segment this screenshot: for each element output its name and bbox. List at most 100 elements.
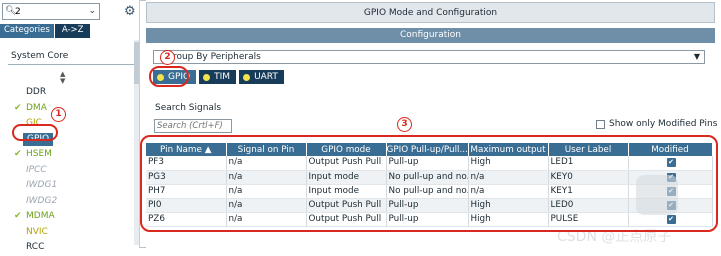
table-header-row: Pin Name ▲ Signal on Pin GPIO mode GPIO … xyxy=(146,143,713,156)
col-max-output[interactable]: Maximum output xyxy=(468,143,549,156)
cell-modified: ✔ xyxy=(628,156,713,171)
cell-pull: No pull-up and no... xyxy=(386,184,469,199)
cell-speed: High xyxy=(468,198,549,213)
cell-speed: n/a xyxy=(468,170,549,185)
tree-item-label: NVIC xyxy=(26,226,48,237)
col-pin-name[interactable]: Pin Name ▲ xyxy=(146,143,227,156)
col-modified[interactable]: Modified xyxy=(628,143,713,156)
tree-item-iwdg1[interactable]: IWDG1 xyxy=(14,178,57,194)
col-user-label[interactable]: User Label xyxy=(548,143,629,156)
search-signals-label: Search Signals xyxy=(155,103,222,113)
cell-signal: n/a xyxy=(226,156,307,171)
col-pull[interactable]: GPIO Pull-up/Pull... xyxy=(386,143,469,156)
annotation-badge-3: 3 xyxy=(397,117,412,132)
cell-mode: Output Push Pull xyxy=(306,156,387,171)
tree-item-label: DMA xyxy=(26,102,47,113)
tab-categories[interactable]: Categories xyxy=(0,24,54,38)
tree-item-gpio[interactable]: GPIO xyxy=(14,132,57,148)
tree-item-label: GIC xyxy=(26,118,42,128)
check-icon[interactable]: ✔ xyxy=(666,158,676,168)
cell-user-label: KEY0 xyxy=(548,170,629,185)
component-search-box[interactable]: 🔍︎ ⌄ xyxy=(2,3,100,20)
cell-pin: PH7 xyxy=(146,184,227,199)
col-label: Pin Name xyxy=(160,144,202,155)
component-search-row: 🔍︎ ⌄ ⚙ xyxy=(2,3,138,21)
table-row[interactable]: PH7 n/a Input mode No pull-up and no... … xyxy=(146,184,713,199)
table-row[interactable]: PG3 n/a Input mode No pull-up and no... … xyxy=(146,170,713,185)
tab-a-to-z[interactable]: A->Z xyxy=(53,24,91,38)
cell-mode: Output Push Pull xyxy=(306,212,387,227)
panel-title: GPIO Mode and Configuration xyxy=(146,2,715,23)
cell-signal: n/a xyxy=(226,198,307,213)
left-tabs: Categories A->Z xyxy=(0,24,91,38)
status-dot-icon xyxy=(243,73,251,81)
tree-item-label: GPIO xyxy=(23,132,54,146)
component-search-input[interactable] xyxy=(15,5,75,18)
status-dot-icon xyxy=(157,73,164,81)
cell-pull: Pull-up xyxy=(386,198,469,213)
tree-item-label: HSEM xyxy=(26,149,52,159)
cell-signal: n/a xyxy=(226,184,307,199)
tab-label: UART xyxy=(254,72,278,82)
search-signals-input[interactable] xyxy=(157,120,231,132)
col-signal[interactable]: Signal on Pin xyxy=(226,143,307,156)
tree-item-label: MDMA xyxy=(26,211,55,221)
group-by-value: Group By Peripherals xyxy=(166,52,261,62)
cell-pin: PF3 xyxy=(146,156,227,171)
cell-user-label: LED0 xyxy=(548,198,629,213)
chevron-down-icon: ▼ xyxy=(693,52,700,61)
group-by-select[interactable]: Group By Peripherals ▼ xyxy=(153,50,705,64)
check-icon: ✔ xyxy=(14,211,22,221)
tab-label: GPIO xyxy=(168,72,191,82)
cell-speed: n/a xyxy=(468,184,549,199)
cell-mode: Input mode xyxy=(306,170,387,185)
table-row[interactable]: PZ6 n/a Output Push Pull Pull-up High PU… xyxy=(146,212,713,227)
cell-user-label: KEY1 xyxy=(548,184,629,199)
col-gpio-mode[interactable]: GPIO mode xyxy=(306,143,387,156)
sort-arrow-icon: ▲ xyxy=(204,144,212,155)
watermark-text: CSDN @正点原子 xyxy=(557,229,672,245)
section-title-system-core[interactable]: System Core xyxy=(11,51,68,61)
gear-icon[interactable]: ⚙ xyxy=(124,4,136,19)
tab-gpio[interactable]: GPIO xyxy=(153,70,197,84)
tree-item-hsem[interactable]: ✔ HSEM xyxy=(14,147,57,163)
cell-user-label: PULSE xyxy=(548,212,629,227)
tree-item-ipcc[interactable]: IPCC xyxy=(14,163,57,179)
cell-mode: Input mode xyxy=(306,184,387,199)
tree-item-gic[interactable]: GIC xyxy=(14,116,57,132)
chevron-down-icon[interactable]: ⌄ xyxy=(88,6,96,16)
tree-item-label: RCC xyxy=(26,242,45,252)
cell-speed: High xyxy=(468,156,549,171)
show-modified-label: Show only Modified Pins xyxy=(609,119,718,129)
tree-item-ddr[interactable]: DDR xyxy=(14,85,57,101)
table-row[interactable]: PI0 n/a Output Push Pull Pull-up High LE… xyxy=(146,198,713,213)
tab-tim[interactable]: TIM xyxy=(199,70,237,84)
left-panel: 🔍︎ ⌄ ⚙ Categories A->Z System Core ▲▼ DD… xyxy=(0,0,140,252)
tree-item-label: IWDG1 xyxy=(26,180,58,190)
cell-speed: High xyxy=(468,212,549,227)
tab-uart[interactable]: UART xyxy=(239,70,284,84)
cell-user-label: LED1 xyxy=(548,156,629,171)
show-modified-toggle[interactable]: Show only Modified Pins xyxy=(596,119,717,129)
search-signals-box[interactable] xyxy=(154,119,232,133)
pin-table: Pin Name ▲ Signal on Pin GPIO mode GPIO … xyxy=(146,143,713,227)
left-scrollbar-thumb[interactable] xyxy=(134,42,139,84)
tree-item-iwdg2[interactable]: IWDG2 xyxy=(14,194,57,210)
watermark-logo xyxy=(636,175,678,215)
tree-item-label: DDR xyxy=(26,87,47,97)
mode-tabs: GPIO TIM UART xyxy=(153,70,284,84)
checkbox[interactable] xyxy=(596,119,605,129)
annotation-badge-2: 2 xyxy=(160,50,175,65)
cell-pull: No pull-up and no... xyxy=(386,170,469,185)
table-row[interactable]: PF3 n/a Output Push Pull Pull-up High LE… xyxy=(146,156,713,171)
configuration-header: Configuration xyxy=(146,28,715,43)
right-panel: GPIO Mode and Configuration Configuratio… xyxy=(146,0,721,248)
tree-item-nvic[interactable]: NVIC xyxy=(14,225,57,241)
cell-pin: PI0 xyxy=(146,198,227,213)
annotation-badge-1: 1 xyxy=(51,107,66,122)
check-icon[interactable]: ✔ xyxy=(666,214,676,224)
tree-item-label: IWDG2 xyxy=(26,195,58,206)
sort-icon[interactable]: ▲ ▼ xyxy=(60,71,65,85)
tree-item-mdma[interactable]: ✔ MDMA xyxy=(14,209,57,225)
tree-item-label: IPCC xyxy=(26,164,47,175)
